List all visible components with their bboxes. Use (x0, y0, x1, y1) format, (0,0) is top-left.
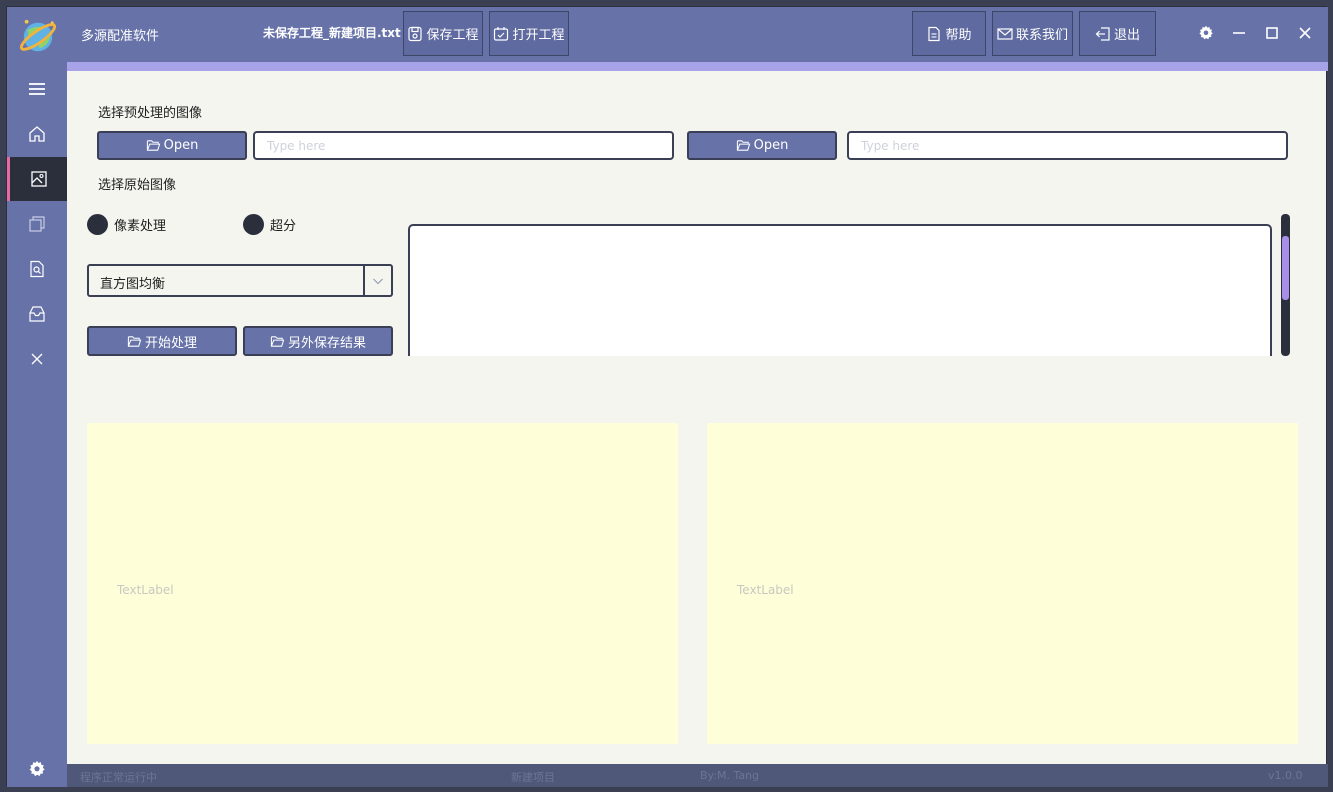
sidebar-item-home[interactable] (7, 112, 67, 156)
app-window: 多源配准软件 未保存工程_新建项目.txt 保存工程 打开工程 帮助 联系我们 … (6, 6, 1328, 787)
output-scrollbar[interactable] (1281, 214, 1290, 356)
open-project-button[interactable]: 打开工程 (489, 11, 569, 56)
close-icon (1299, 27, 1311, 39)
maximize-icon (1266, 27, 1278, 39)
radio-indicator (87, 214, 108, 235)
sidebar (7, 62, 67, 787)
open-label: Open (753, 138, 789, 153)
image-icon (30, 171, 47, 187)
original-image-panel: TextLabel (707, 423, 1298, 744)
save-project-button[interactable]: 保存工程 (403, 11, 483, 56)
method-select[interactable]: 直方图均衡 (87, 264, 393, 297)
radio-indicator (243, 214, 264, 235)
preprocessed-image-label: 选择预处理的图像 (98, 106, 203, 121)
save-result-as-button[interactable]: 另外保存结果 (243, 326, 393, 356)
preprocessed-path-input[interactable] (253, 131, 674, 160)
status-state: 程序正常运行中 (80, 771, 157, 784)
sidebar-settings[interactable] (7, 747, 67, 791)
open-preprocessed-button[interactable]: Open (97, 131, 247, 160)
open-project-label: 打开工程 (512, 28, 565, 43)
app-title: 多源配准软件 (81, 29, 160, 44)
radio-super-resolution[interactable]: 超分 (243, 214, 296, 235)
help-button[interactable]: 帮助 (912, 11, 986, 56)
output-text-area[interactable] (408, 224, 1272, 356)
minimize-icon (1233, 32, 1245, 34)
start-processing-label: 开始处理 (144, 335, 197, 351)
gear-icon (1199, 25, 1213, 40)
chevron-down-icon (373, 278, 383, 284)
preprocessed-image-panel: TextLabel (87, 423, 678, 744)
menu-icon (29, 83, 45, 95)
help-label: 帮助 (945, 28, 972, 43)
exit-label: 退出 (1113, 28, 1140, 43)
original-image-label: 选择原始图像 (98, 178, 177, 193)
folder-open-icon (127, 335, 142, 347)
document-icon (928, 26, 941, 41)
sidebar-menu-toggle[interactable] (7, 67, 67, 111)
save-icon (408, 26, 423, 41)
sidebar-item-search-doc[interactable] (7, 247, 67, 291)
title-bar: 多源配准软件 未保存工程_新建项目.txt 保存工程 打开工程 帮助 联系我们 … (7, 7, 1328, 62)
status-project: 新建项目 (511, 771, 555, 784)
contact-label: 联系我们 (1015, 28, 1068, 43)
gear-icon (29, 760, 45, 777)
radio-pixel-label: 像素处理 (114, 219, 167, 234)
calendar-check-icon (494, 26, 509, 41)
sidebar-item-image[interactable] (7, 157, 67, 201)
sidebar-item-close[interactable] (7, 337, 67, 381)
sidebar-item-copy[interactable] (7, 202, 67, 246)
folder-open-icon (146, 140, 160, 151)
open-label: Open (163, 138, 199, 153)
minimize-button[interactable] (1227, 21, 1251, 45)
status-author: By:M. Tang (700, 769, 760, 782)
status-bar: 程序正常运行中 新建项目 By:M. Tang v1.0.0 (67, 764, 1328, 787)
project-file-name: 未保存工程_新建项目.txt (263, 26, 401, 40)
planet-logo-icon (19, 19, 57, 52)
start-processing-button[interactable]: 开始处理 (87, 326, 237, 356)
scrollbar-thumb[interactable] (1282, 236, 1289, 300)
search-doc-icon (30, 260, 44, 278)
save-result-as-label: 另外保存结果 (287, 335, 366, 351)
inbox-icon (29, 306, 45, 322)
exit-button[interactable]: 退出 (1079, 11, 1156, 56)
contact-button[interactable]: 联系我们 (992, 11, 1073, 56)
maximize-button[interactable] (1260, 21, 1284, 45)
save-project-label: 保存工程 (426, 28, 479, 43)
folder-open-icon (736, 140, 750, 151)
method-select-value: 直方图均衡 (100, 277, 166, 292)
copy-icon (29, 216, 45, 232)
folder-open-icon (270, 335, 285, 347)
close-icon (31, 353, 43, 365)
dropdown-arrow[interactable] (363, 266, 391, 295)
radio-pixel-processing[interactable]: 像素处理 (87, 214, 166, 235)
original-path-input[interactable] (847, 131, 1288, 160)
radio-superres-label: 超分 (270, 219, 297, 234)
settings-button[interactable] (1194, 21, 1218, 45)
open-original-button[interactable]: Open (687, 131, 837, 160)
home-icon (29, 126, 45, 142)
status-version: v1.0.0 (1268, 769, 1303, 782)
left-panel-label: TextLabel (117, 583, 174, 597)
right-panel-label: TextLabel (737, 583, 794, 597)
close-window-button[interactable] (1293, 21, 1317, 45)
logout-icon (1095, 26, 1110, 41)
sidebar-item-inbox[interactable] (7, 292, 67, 336)
mail-icon (997, 27, 1013, 40)
accent-strip (67, 62, 1328, 71)
